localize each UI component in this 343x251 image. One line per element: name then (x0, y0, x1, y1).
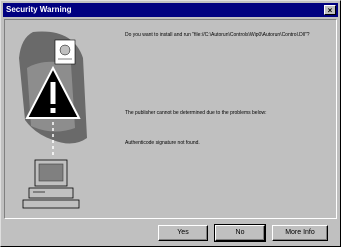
security-warning-illustration (19, 31, 87, 209)
certificate-icon (54, 39, 76, 65)
close-icon: × (327, 6, 333, 15)
no-button[interactable]: No (214, 224, 266, 242)
close-button[interactable]: × (324, 5, 336, 15)
authenticode-note: Authenticode signature not found. (125, 140, 200, 146)
title-bar[interactable]: Security Warning × (3, 3, 338, 17)
dialog-body: Do you want to install and run "file://C… (4, 19, 337, 219)
yes-button[interactable]: Yes (158, 225, 208, 241)
security-warning-dialog: Security Warning × Do you want to instal… (0, 0, 341, 247)
no-label: No (235, 229, 245, 236)
computer-icon (22, 159, 80, 209)
more-info-button[interactable]: More Info (272, 225, 328, 241)
yes-label: Yes (177, 229, 189, 236)
more-info-label: More Info (285, 229, 315, 236)
publisher-note: The publisher cannot be determined due t… (125, 110, 267, 116)
window-title: Security Warning (6, 5, 72, 14)
install-question: Do you want to install and run "file://C… (125, 32, 310, 38)
